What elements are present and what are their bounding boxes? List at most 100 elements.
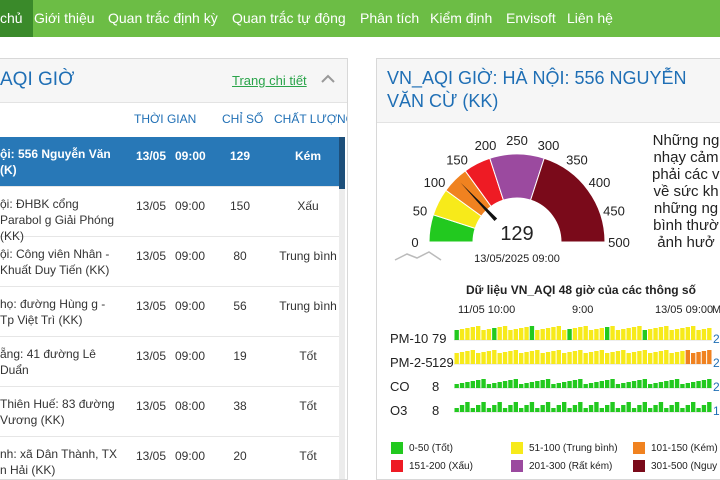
param-side-value: 1 xyxy=(713,404,720,418)
hourly-bar xyxy=(588,330,594,340)
hourly-bar xyxy=(567,329,572,340)
table-row[interactable]: Thiên Huế: 83 đường Vương (KK) 13/05 08:… xyxy=(0,387,340,437)
nav-item-home[interactable]: chủ xyxy=(0,0,33,37)
hourly-bar xyxy=(545,328,551,340)
nav-item-contact[interactable]: Liên hệ xyxy=(567,0,613,37)
legend-swatch xyxy=(511,442,523,454)
hourly-bar xyxy=(599,408,604,412)
hourly-bar xyxy=(540,353,545,364)
hourly-bar xyxy=(680,351,685,364)
hourly-bar xyxy=(669,405,674,412)
station-name: Thiên Huế: 83 đường Vương (KK) xyxy=(0,397,115,427)
hourly-bar xyxy=(508,330,513,340)
hourly-bar xyxy=(513,350,518,364)
hourly-bar xyxy=(583,384,588,388)
hourly-bar xyxy=(513,329,518,340)
hourly-bar xyxy=(658,382,664,388)
hourly-bar xyxy=(599,350,604,364)
nav-item-envisoft[interactable]: Envisoft xyxy=(506,0,556,37)
hourly-bar xyxy=(664,326,669,340)
row-date: 13/05 xyxy=(136,199,167,213)
hourly-bar xyxy=(562,382,567,388)
table-row[interactable]: họ: đường Hùng g - Tp Việt Trì (KK) 13/0… xyxy=(0,287,340,337)
hourly-bar xyxy=(567,408,572,412)
row-aqi-value: 20 xyxy=(233,449,247,463)
row-date: 13/05 xyxy=(136,449,167,463)
hourly-bar xyxy=(465,382,470,388)
advice-line: nhạy cảm xyxy=(653,149,719,166)
hourly-bar xyxy=(545,402,551,412)
panel-header: VN_AQI GIỜ: HÀ NỘI: 556 NGUYỄN VĂN CỪ (K… xyxy=(377,59,720,123)
legend-label: 0-50 (Tốt) xyxy=(409,443,453,454)
hourly-bar xyxy=(707,328,712,340)
hourly-bar xyxy=(535,408,540,412)
hourly-bar xyxy=(615,384,621,388)
collapse-chevron-icon[interactable] xyxy=(318,69,338,89)
detail-page-link[interactable]: Trang chi tiết xyxy=(232,73,307,88)
hourly-bar xyxy=(508,380,513,388)
axis-label-start: 11/05 10:00 xyxy=(458,304,516,316)
hourly-bar xyxy=(519,328,524,340)
hourly-bar xyxy=(497,353,502,364)
nav-item-auto-monitoring[interactable]: Quan trắc tự động xyxy=(232,0,346,37)
hourly-bar xyxy=(535,350,540,364)
hourly-bar xyxy=(459,383,465,388)
table-row[interactable]: ội: Công viên Nhân - Khuất Duy Tiến (KK)… xyxy=(0,237,340,287)
param-value: 129 xyxy=(432,355,454,370)
hourly-bar xyxy=(653,328,658,340)
hourly-bar xyxy=(696,381,701,388)
hourly-bar xyxy=(551,408,556,412)
hourly-bar xyxy=(535,381,540,388)
hourly-bar xyxy=(562,330,567,340)
aqi-list-panel: AQI GIỜ Trang chi tiết THỜI GIAN CHỈ SỐ … xyxy=(0,58,348,480)
hourly-bar xyxy=(685,350,690,364)
hourly-bar xyxy=(556,350,561,364)
hourly-bar xyxy=(685,383,690,388)
row-aqi-value: 150 xyxy=(229,199,251,213)
nav-item-analysis[interactable]: Phân tích xyxy=(360,0,419,37)
hourly-bar xyxy=(648,329,653,340)
hourly-bar xyxy=(481,330,486,340)
row-aqi-value: 38 xyxy=(233,399,247,413)
hourly-bar xyxy=(610,379,615,388)
hourly-bar xyxy=(465,328,470,340)
legend-swatch xyxy=(633,460,645,472)
hourly-bar xyxy=(486,351,492,364)
hourly-bar xyxy=(621,383,626,388)
hourly-bar xyxy=(599,381,604,388)
hourly-bar xyxy=(637,380,642,388)
hourly-bar xyxy=(615,330,621,340)
param-name: O3 xyxy=(390,403,408,418)
hourly-bar xyxy=(459,405,465,412)
hourly-bar xyxy=(519,353,524,364)
param-name: PM-2-5 xyxy=(390,355,433,370)
table-row[interactable]: ội: 556 Nguyễn Văn (K) 13/05 09:00 129 K… xyxy=(0,137,340,187)
hourly-bar xyxy=(502,326,508,340)
hourly-bar xyxy=(701,351,707,364)
hourly-bar xyxy=(588,405,594,412)
nav-item-inspection[interactable]: Kiểm định xyxy=(430,0,492,37)
hourly-bar xyxy=(454,384,459,388)
nav-item-about[interactable]: Giới thiệu xyxy=(34,0,95,37)
hourly-bar xyxy=(556,326,561,340)
hourly-bar xyxy=(476,380,481,388)
hourly-bar xyxy=(674,402,680,412)
list-scrollbar-thumb[interactable] xyxy=(339,137,345,189)
table-row[interactable]: ẵng: 41 đường Lê Duẩn 13/05 09:00 19 Tốt xyxy=(0,337,340,387)
hourly-bar xyxy=(524,383,529,388)
row-aqi-value: 129 xyxy=(229,149,251,163)
nav-item-periodic-monitoring[interactable]: Quan trắc định kỳ xyxy=(108,0,218,37)
hourly-bar xyxy=(691,402,696,412)
table-row[interactable]: nh: xã Dân Thành, TX n Hải (KK) 13/05 09… xyxy=(0,437,340,479)
hourly-bar xyxy=(642,402,647,412)
hourly-bar xyxy=(578,402,583,412)
hourly-bar xyxy=(610,352,615,364)
hourly-bar xyxy=(707,402,712,412)
hourly-bar xyxy=(529,326,535,340)
gauge-tick-label: 350 xyxy=(566,152,588,167)
table-row[interactable]: ội: ĐHBK cổng Parabol g Giải Phóng (KK) … xyxy=(0,187,340,243)
row-quality: Trung bình xyxy=(279,299,337,313)
hourly-bar xyxy=(637,405,642,412)
advice-line: ảnh hưở xyxy=(657,234,715,251)
hourly-bar xyxy=(562,353,567,364)
